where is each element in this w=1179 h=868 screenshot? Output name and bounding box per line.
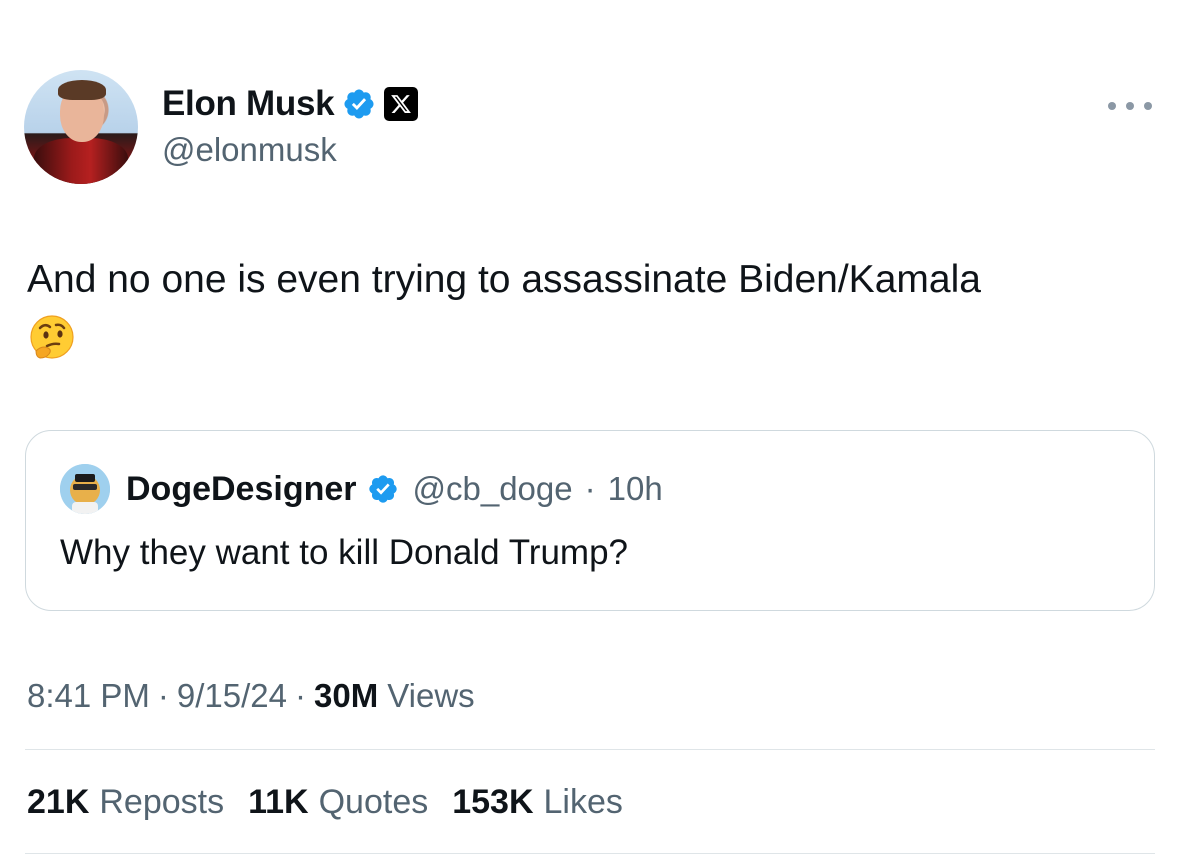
tweet-meta: 8:41 PM · 9/15/24 · 30M Views — [27, 674, 475, 718]
author-name-row: Elon Musk — [162, 82, 419, 126]
views-label: Views — [387, 677, 475, 714]
engagement-stats: 21K Reposts 11K Quotes 153K Likes — [27, 780, 647, 824]
quoted-time: 10h — [607, 470, 663, 507]
author-handle[interactable]: @elonmusk — [162, 131, 337, 169]
verified-badge-icon — [368, 475, 397, 503]
divider — [25, 749, 1155, 750]
thinking-face-emoji-icon — [30, 315, 74, 359]
likes-label: Likes — [543, 782, 623, 821]
reposts-label: Reposts — [99, 782, 225, 821]
divider — [25, 853, 1155, 854]
tweet-text: And no one is even trying to assassinate… — [27, 258, 981, 301]
quoted-name-row: DogeDesigner @cb_doge · 10h — [126, 467, 663, 511]
quotes-label: Quotes — [318, 782, 429, 821]
quoted-display-name: DogeDesigner — [126, 469, 357, 508]
likes-stat[interactable]: 153K Likes — [452, 783, 623, 822]
meta-separator: · — [295, 677, 307, 714]
author-avatar[interactable] — [24, 70, 138, 184]
reposts-count: 21K — [27, 782, 90, 821]
verified-badge-icon[interactable] — [342, 87, 376, 121]
tweet-detail: Elon Musk @elonmusk And no one is even t… — [0, 0, 1179, 868]
tweet-date[interactable]: 9/15/24 — [177, 677, 287, 715]
likes-count: 153K — [452, 782, 534, 821]
reposts-stat[interactable]: 21K Reposts — [27, 783, 224, 822]
x-logo-icon[interactable] — [384, 87, 419, 121]
quotes-stat[interactable]: 11K Quotes — [248, 783, 428, 822]
quoted-tweet-card[interactable]: DogeDesigner @cb_doge · 10h Why they wan… — [25, 430, 1155, 611]
quoted-author-avatar[interactable] — [60, 464, 110, 514]
quoted-text: Why they want to kill Donald Trump? — [60, 533, 629, 572]
more-options-icon[interactable] — [1108, 96, 1152, 116]
quoted-handle: @cb_doge — [412, 470, 573, 507]
meta-separator: · — [157, 677, 169, 714]
author-display-name[interactable]: Elon Musk — [162, 84, 335, 124]
quotes-count: 11K — [248, 782, 309, 821]
tweet-time[interactable]: 8:41 PM — [27, 677, 150, 715]
views-count: 30M — [314, 677, 379, 714]
quoted-separator: · — [584, 470, 596, 507]
